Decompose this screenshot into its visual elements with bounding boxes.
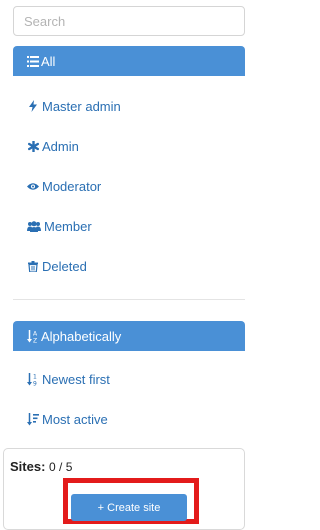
asterisk-icon: [27, 139, 39, 153]
sites-value: 0 / 5: [49, 460, 73, 474]
sites-count: Sites: 0 / 5: [10, 459, 72, 474]
sort-list: AZ Alphabetically 19 Newest first Most a…: [13, 321, 245, 439]
filter-label: Admin: [42, 138, 79, 154]
trash-icon: [27, 259, 39, 273]
svg-text:A: A: [33, 330, 38, 337]
filter-deleted[interactable]: Deleted: [13, 246, 245, 286]
sort-label: Most active: [42, 411, 108, 427]
search-input[interactable]: [13, 6, 245, 36]
filter-label: Deleted: [42, 258, 87, 274]
filter-label: Moderator: [42, 178, 102, 194]
sort-alphabetically[interactable]: AZ Alphabetically: [13, 321, 245, 351]
filter-list: All Master admin Admin Moderator Member …: [13, 46, 245, 286]
sort-label: Alphabetically: [41, 328, 122, 344]
filter-label: All: [41, 53, 56, 69]
sort-numeric-icon: 19: [27, 372, 39, 386]
filter-all[interactable]: All: [13, 46, 245, 76]
list-icon: [27, 54, 39, 68]
sites-label: Sites:: [10, 459, 46, 474]
filter-label: Member: [44, 218, 92, 234]
filter-admin[interactable]: Admin: [13, 126, 245, 166]
sort-most-active[interactable]: Most active: [13, 399, 245, 439]
svg-text:Z: Z: [33, 337, 37, 343]
users-icon: [27, 219, 41, 233]
sort-newest-first[interactable]: 19 Newest first: [13, 359, 245, 399]
bolt-icon: [27, 99, 39, 113]
divider: [13, 299, 245, 300]
eye-icon: [27, 179, 39, 193]
sort-amount-icon: [27, 412, 39, 426]
filter-member[interactable]: Member: [13, 206, 245, 246]
filter-master-admin[interactable]: Master admin: [13, 86, 245, 126]
svg-text:9: 9: [33, 380, 37, 386]
filter-label: Master admin: [42, 98, 121, 114]
filter-moderator[interactable]: Moderator: [13, 166, 245, 206]
create-site-button[interactable]: + Create site: [71, 494, 187, 521]
sort-alpha-icon: AZ: [27, 329, 39, 343]
svg-text:1: 1: [33, 373, 37, 380]
sort-label: Newest first: [42, 371, 110, 387]
